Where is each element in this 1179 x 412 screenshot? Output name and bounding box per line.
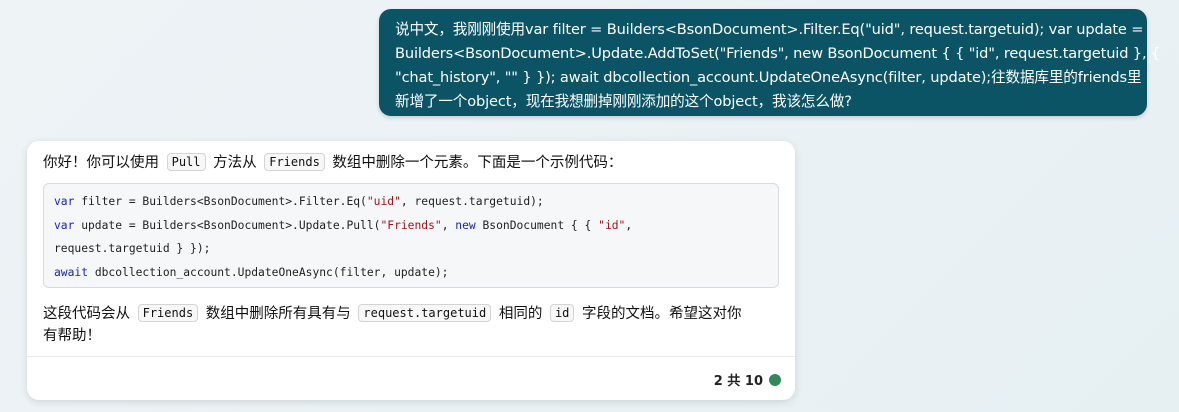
code-block[interactable]: var filter = Builders<BsonDocument>.Filt…: [43, 183, 779, 288]
outro-text: 数组中删除所有具有与: [205, 306, 351, 322]
outro-text: 这段代码会从: [43, 306, 130, 322]
inline-code-targetuid: request.targetuid: [358, 304, 492, 322]
intro-text-before: 你好！你可以使用: [43, 155, 159, 171]
code-line-4: await dbcollection_account.UpdateOneAsyn…: [54, 261, 768, 285]
inline-code-id: id: [549, 304, 575, 322]
code-line-2: var update = Builders<BsonDocument>.Upda…: [54, 214, 768, 238]
footer-divider: [27, 356, 795, 357]
user-message-line: 新增了一个object，现在我想删掉刚刚添加的这个object，我该怎么做?: [395, 93, 852, 110]
user-message-bubble: 说中文，我刚刚使用var filter = Builders<BsonDocum…: [379, 9, 1161, 116]
code-string: "id": [598, 218, 626, 232]
bot-outro-line-2: 有帮助！: [43, 328, 101, 344]
code-text: ,: [625, 218, 633, 232]
response-footer: 2 共 10: [714, 370, 781, 389]
code-string: "uid": [366, 195, 401, 208]
user-message-line: Builders<BsonDocument>.Update.AddToSet("…: [395, 45, 1161, 62]
outro-text: 字段的文档。希望这对你: [582, 306, 742, 322]
code-text: dbcollection_account.UpdateOneAsync(filt…: [88, 265, 449, 279]
response-counter: 2 共 10: [713, 374, 763, 389]
inline-code-friends: Friends: [264, 153, 325, 171]
code-text: BsonDocument { {: [475, 218, 599, 232]
bot-outro-line-1: 这段代码会从 Friends 数组中删除所有具有与 request.target…: [43, 302, 742, 325]
code-line-3: request.targetuid } });: [54, 242, 211, 255]
bot-intro-text: 你好！你可以使用 Pull 方法从 Friends 数组中删除一个元素。下面是一…: [43, 151, 622, 174]
code-keyword: var: [54, 218, 75, 232]
outro-text: 相同的: [498, 306, 543, 322]
code-text: filter = Builders<BsonDocument>.Filter.E…: [74, 195, 367, 208]
code-string: "Friends": [380, 218, 442, 232]
intro-text-mid: 方法从: [213, 155, 257, 171]
code-text: update = Builders<BsonDocument>.Update.P…: [74, 218, 381, 232]
bot-message-card: 你好！你可以使用 Pull 方法从 Friends 数组中删除一个元素。下面是一…: [27, 141, 795, 400]
user-message-line: "chat_history", "" } }); await dbcollect…: [395, 69, 1142, 86]
code-line-1: var filter = Builders<BsonDocument>.Filt…: [54, 190, 768, 214]
inline-code-friends: Friends: [137, 304, 199, 322]
code-keyword: var: [54, 195, 75, 208]
code-keyword: new: [455, 218, 476, 232]
user-message-line: 说中文，我刚刚使用var filter = Builders<BsonDocum…: [395, 21, 1144, 38]
inline-code-pull: Pull: [166, 153, 206, 171]
intro-text-after: 数组中删除一个元素。下面是一个示例代码：: [332, 155, 623, 171]
code-keyword: await: [54, 265, 89, 279]
code-text: , request.targetuid);: [400, 195, 544, 208]
code-text: ,: [441, 218, 456, 232]
status-dot-icon: [769, 373, 781, 386]
